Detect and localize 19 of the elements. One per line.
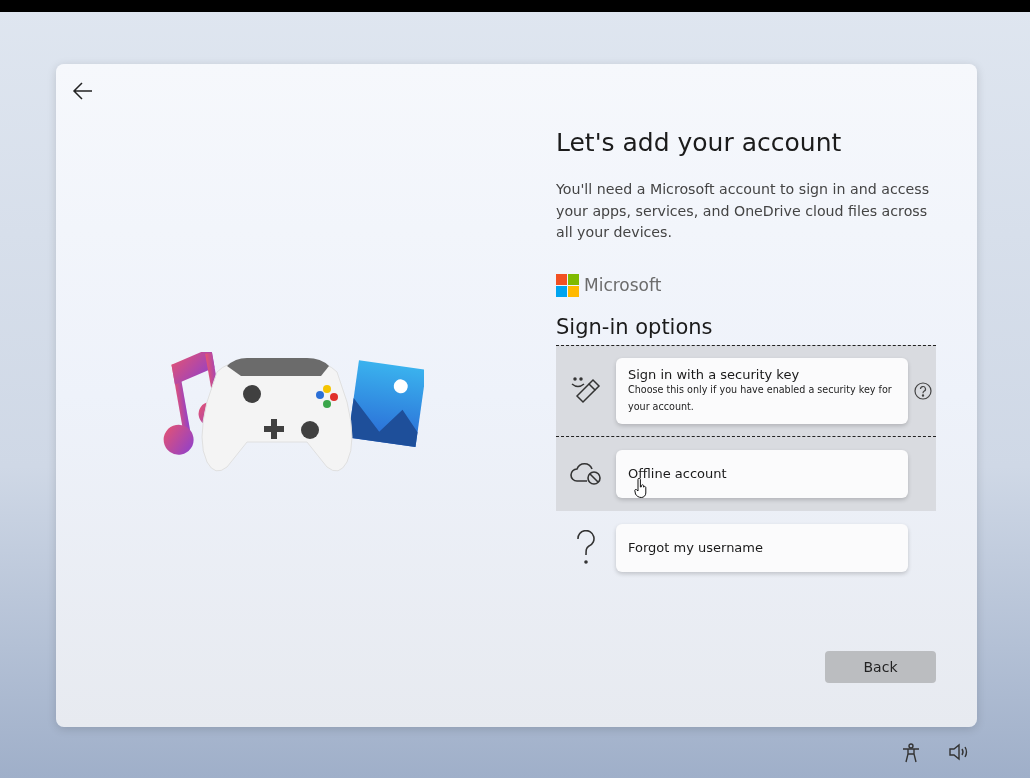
question-mark-icon bbox=[575, 529, 597, 566]
microsoft-logo-icon bbox=[556, 273, 579, 297]
brand-name: Microsoft bbox=[584, 275, 662, 295]
sign-in-option-row[interactable]: Sign in with a security key Choose this only if you have enabled a security key for your account. bbox=[556, 344, 936, 437]
speaker-icon[interactable] bbox=[948, 743, 970, 761]
hand-pointer-icon bbox=[634, 477, 648, 498]
option-button[interactable]: Sign in with a security key Choose this only if you have enabled a security key for your account. bbox=[616, 357, 908, 424]
option-button[interactable]: Offline account bbox=[616, 449, 908, 498]
sign-in-option-row[interactable]: Forgot my username bbox=[556, 510, 936, 585]
description-text: You'll need a Microsoft account to sign in and access your apps, services, and OneDrive cloud files across all your devices. bbox=[556, 180, 931, 242]
accessibility-icon[interactable] bbox=[902, 743, 920, 763]
option-button[interactable]: Forgot my username bbox=[616, 523, 908, 572]
section-heading: Sign-in options bbox=[556, 314, 714, 339]
help-icon[interactable] bbox=[914, 381, 932, 400]
back-button[interactable]: Back bbox=[825, 651, 936, 683]
sign-in-option-row[interactable]: Offline account bbox=[556, 436, 936, 511]
back-arrow-icon[interactable] bbox=[72, 80, 94, 102]
cloud-blocked-icon bbox=[569, 460, 603, 487]
page-title: Let's add your account bbox=[556, 128, 843, 157]
